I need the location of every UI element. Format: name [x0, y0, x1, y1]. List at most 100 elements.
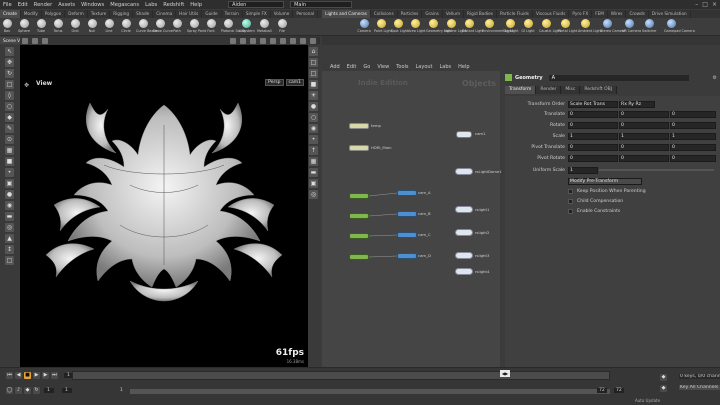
selection-mode-icon[interactable]: ▣ [5, 179, 14, 188]
shelf-tab[interactable]: Polygon [42, 10, 66, 18]
environment-light-tool[interactable]: Environment Light [482, 19, 513, 33]
shelf-tab[interactable]: Personal [293, 10, 319, 18]
link-icon[interactable] [240, 37, 246, 44]
shelf-tab[interactable]: Pyro FX [569, 10, 593, 18]
ghost-icon[interactable]: ○ [309, 113, 318, 122]
back-icon[interactable] [22, 37, 28, 44]
net-menu-view[interactable]: View [377, 64, 389, 70]
group-icon[interactable]: ◉ [5, 201, 14, 210]
forward-icon[interactable] [32, 37, 38, 44]
timeline-track[interactable] [72, 371, 610, 380]
lighting-icon[interactable]: ☀ [309, 91, 318, 100]
gear-icon[interactable] [310, 37, 316, 44]
scale-x[interactable]: 1 [568, 132, 618, 140]
shelf-tab[interactable]: Texture [88, 10, 111, 18]
shelf-tab[interactable]: Particle Fluids [497, 10, 533, 18]
bg-icon[interactable]: ▣ [309, 179, 318, 188]
scale-tool-icon[interactable]: □ [5, 80, 14, 89]
menu-render[interactable]: Render [34, 2, 52, 8]
modify-pretransform-button[interactable]: Modify Pre-Transform [568, 177, 642, 185]
component-icon[interactable]: ● [5, 190, 14, 199]
start-frame-field-2[interactable]: 1 [62, 388, 72, 393]
jump-end-icon[interactable]: ⏭ [51, 372, 58, 379]
pivot-rotate-y[interactable]: 0 [619, 154, 669, 162]
scale-z[interactable]: 1 [670, 132, 716, 140]
rotate-order-select[interactable]: Rx Ry Rz [619, 100, 655, 108]
pivot-translate-z[interactable]: 0 [670, 143, 716, 151]
snap-icon[interactable]: ⊙ [5, 135, 14, 144]
enable-constraints-checkbox[interactable]: Enable Constraints [568, 208, 620, 214]
box-tool[interactable]: Box [0, 19, 14, 33]
pose-tool-icon[interactable]: ○ [5, 102, 14, 111]
view-tool-icon[interactable]: ◆ [5, 113, 14, 122]
tab-transform[interactable]: Transform [505, 86, 537, 94]
volume-light-tool[interactable]: Volume Light [444, 19, 466, 33]
uv-icon[interactable]: ▦ [309, 157, 318, 166]
stop-icon[interactable]: ■ [24, 372, 31, 379]
key-all-button[interactable]: Key All Channels [679, 385, 720, 390]
torus-tool[interactable]: Torus [51, 19, 65, 33]
menu-edit[interactable]: Edit [18, 2, 28, 8]
node-cam1[interactable] [456, 131, 472, 138]
shelf-tab[interactable]: Hair Utils [176, 10, 203, 18]
point-snap-icon[interactable]: • [5, 168, 14, 177]
scene-viewport[interactable]: ✥ View Persp cam1 61fps 16.38ms [20, 45, 308, 367]
shadow-icon[interactable]: ● [309, 102, 318, 111]
rotate-tool-icon[interactable]: ↻ [5, 69, 14, 78]
keep-position-checkbox[interactable]: Keep Position When Parenting [568, 188, 646, 194]
shelf-tab[interactable]: Terrain [222, 10, 243, 18]
display-icon[interactable]: □ [5, 256, 14, 265]
node-name-field[interactable]: A [548, 74, 689, 81]
sound-icon[interactable]: ♪ [15, 387, 22, 394]
render-icon[interactable] [290, 37, 296, 44]
rotate-x[interactable]: 0 [568, 121, 618, 129]
net-menu-labs[interactable]: Labs [440, 64, 452, 70]
platonic-tool[interactable]: Platonic Solids [221, 19, 246, 33]
camera-view-icon[interactable] [250, 37, 256, 44]
edge-icon[interactable]: ▬ [5, 212, 14, 221]
net-menu-go[interactable]: Go [363, 64, 370, 70]
camera-tool[interactable]: Camera [357, 19, 371, 33]
node-rslight2[interactable] [455, 229, 473, 236]
shelf-tab[interactable]: Cinema [153, 10, 177, 18]
switcher-tool[interactable]: Switcher [642, 19, 657, 33]
loop-icon[interactable]: ↻ [33, 387, 40, 394]
ambient-light-tool[interactable]: Ambient Light [578, 19, 602, 33]
shelf-tab[interactable]: Grains [422, 10, 443, 18]
shelf-tab[interactable]: Wires [608, 10, 627, 18]
uniform-scale-slider[interactable] [599, 169, 714, 171]
menu-labs[interactable]: Labs [145, 2, 157, 8]
sticky-icon[interactable] [300, 37, 306, 44]
wireframe-icon[interactable]: □ [309, 69, 318, 78]
shelf-tab[interactable]: Shade [133, 10, 154, 18]
lights-icon[interactable] [260, 37, 266, 44]
shelf-tab[interactable]: Crowds [626, 10, 649, 18]
draw-curve-tool[interactable]: Draw Curve [153, 19, 173, 33]
pivot-rotate-x[interactable]: 0 [568, 154, 618, 162]
grid-tool[interactable]: Grid [68, 19, 82, 33]
circle-tool[interactable]: Circle [119, 19, 133, 33]
move-tool-icon[interactable]: ✥ [5, 58, 14, 67]
path-tool[interactable]: Path [170, 19, 184, 33]
normals-display-icon[interactable]: ↑ [309, 146, 318, 155]
key-all-icon[interactable]: ◆ [660, 385, 667, 392]
pivot-translate-x[interactable]: 0 [568, 143, 618, 151]
tube-tool[interactable]: Tube [34, 19, 48, 33]
node-geo-d[interactable] [349, 254, 369, 260]
null-tool[interactable]: Null [85, 19, 99, 33]
snapshot-icon[interactable] [280, 37, 286, 44]
net-menu-layout[interactable]: Layout [416, 64, 433, 70]
shelf-tab[interactable]: FEM [592, 10, 608, 18]
gamepad-camera-tool[interactable]: Gamepad Camera [664, 19, 695, 33]
metaball-tool[interactable]: Metaball [257, 19, 272, 33]
close-icon[interactable]: × [712, 1, 717, 8]
key-icon[interactable]: ◆ [660, 374, 667, 381]
sphere-tool[interactable]: Sphere [17, 19, 31, 33]
tab-render[interactable]: Render [536, 86, 562, 94]
area-light-tool[interactable]: Area Light [408, 19, 425, 33]
shelf-tab[interactable]: Lights and Cameras [322, 10, 371, 18]
sky-light-tool[interactable]: Sky Light [503, 19, 519, 33]
vr-camera-tool[interactable]: VR Camera [622, 19, 641, 33]
caustic-light-tool[interactable]: Caustic Light [539, 19, 561, 33]
node-geo-b[interactable] [349, 213, 369, 219]
